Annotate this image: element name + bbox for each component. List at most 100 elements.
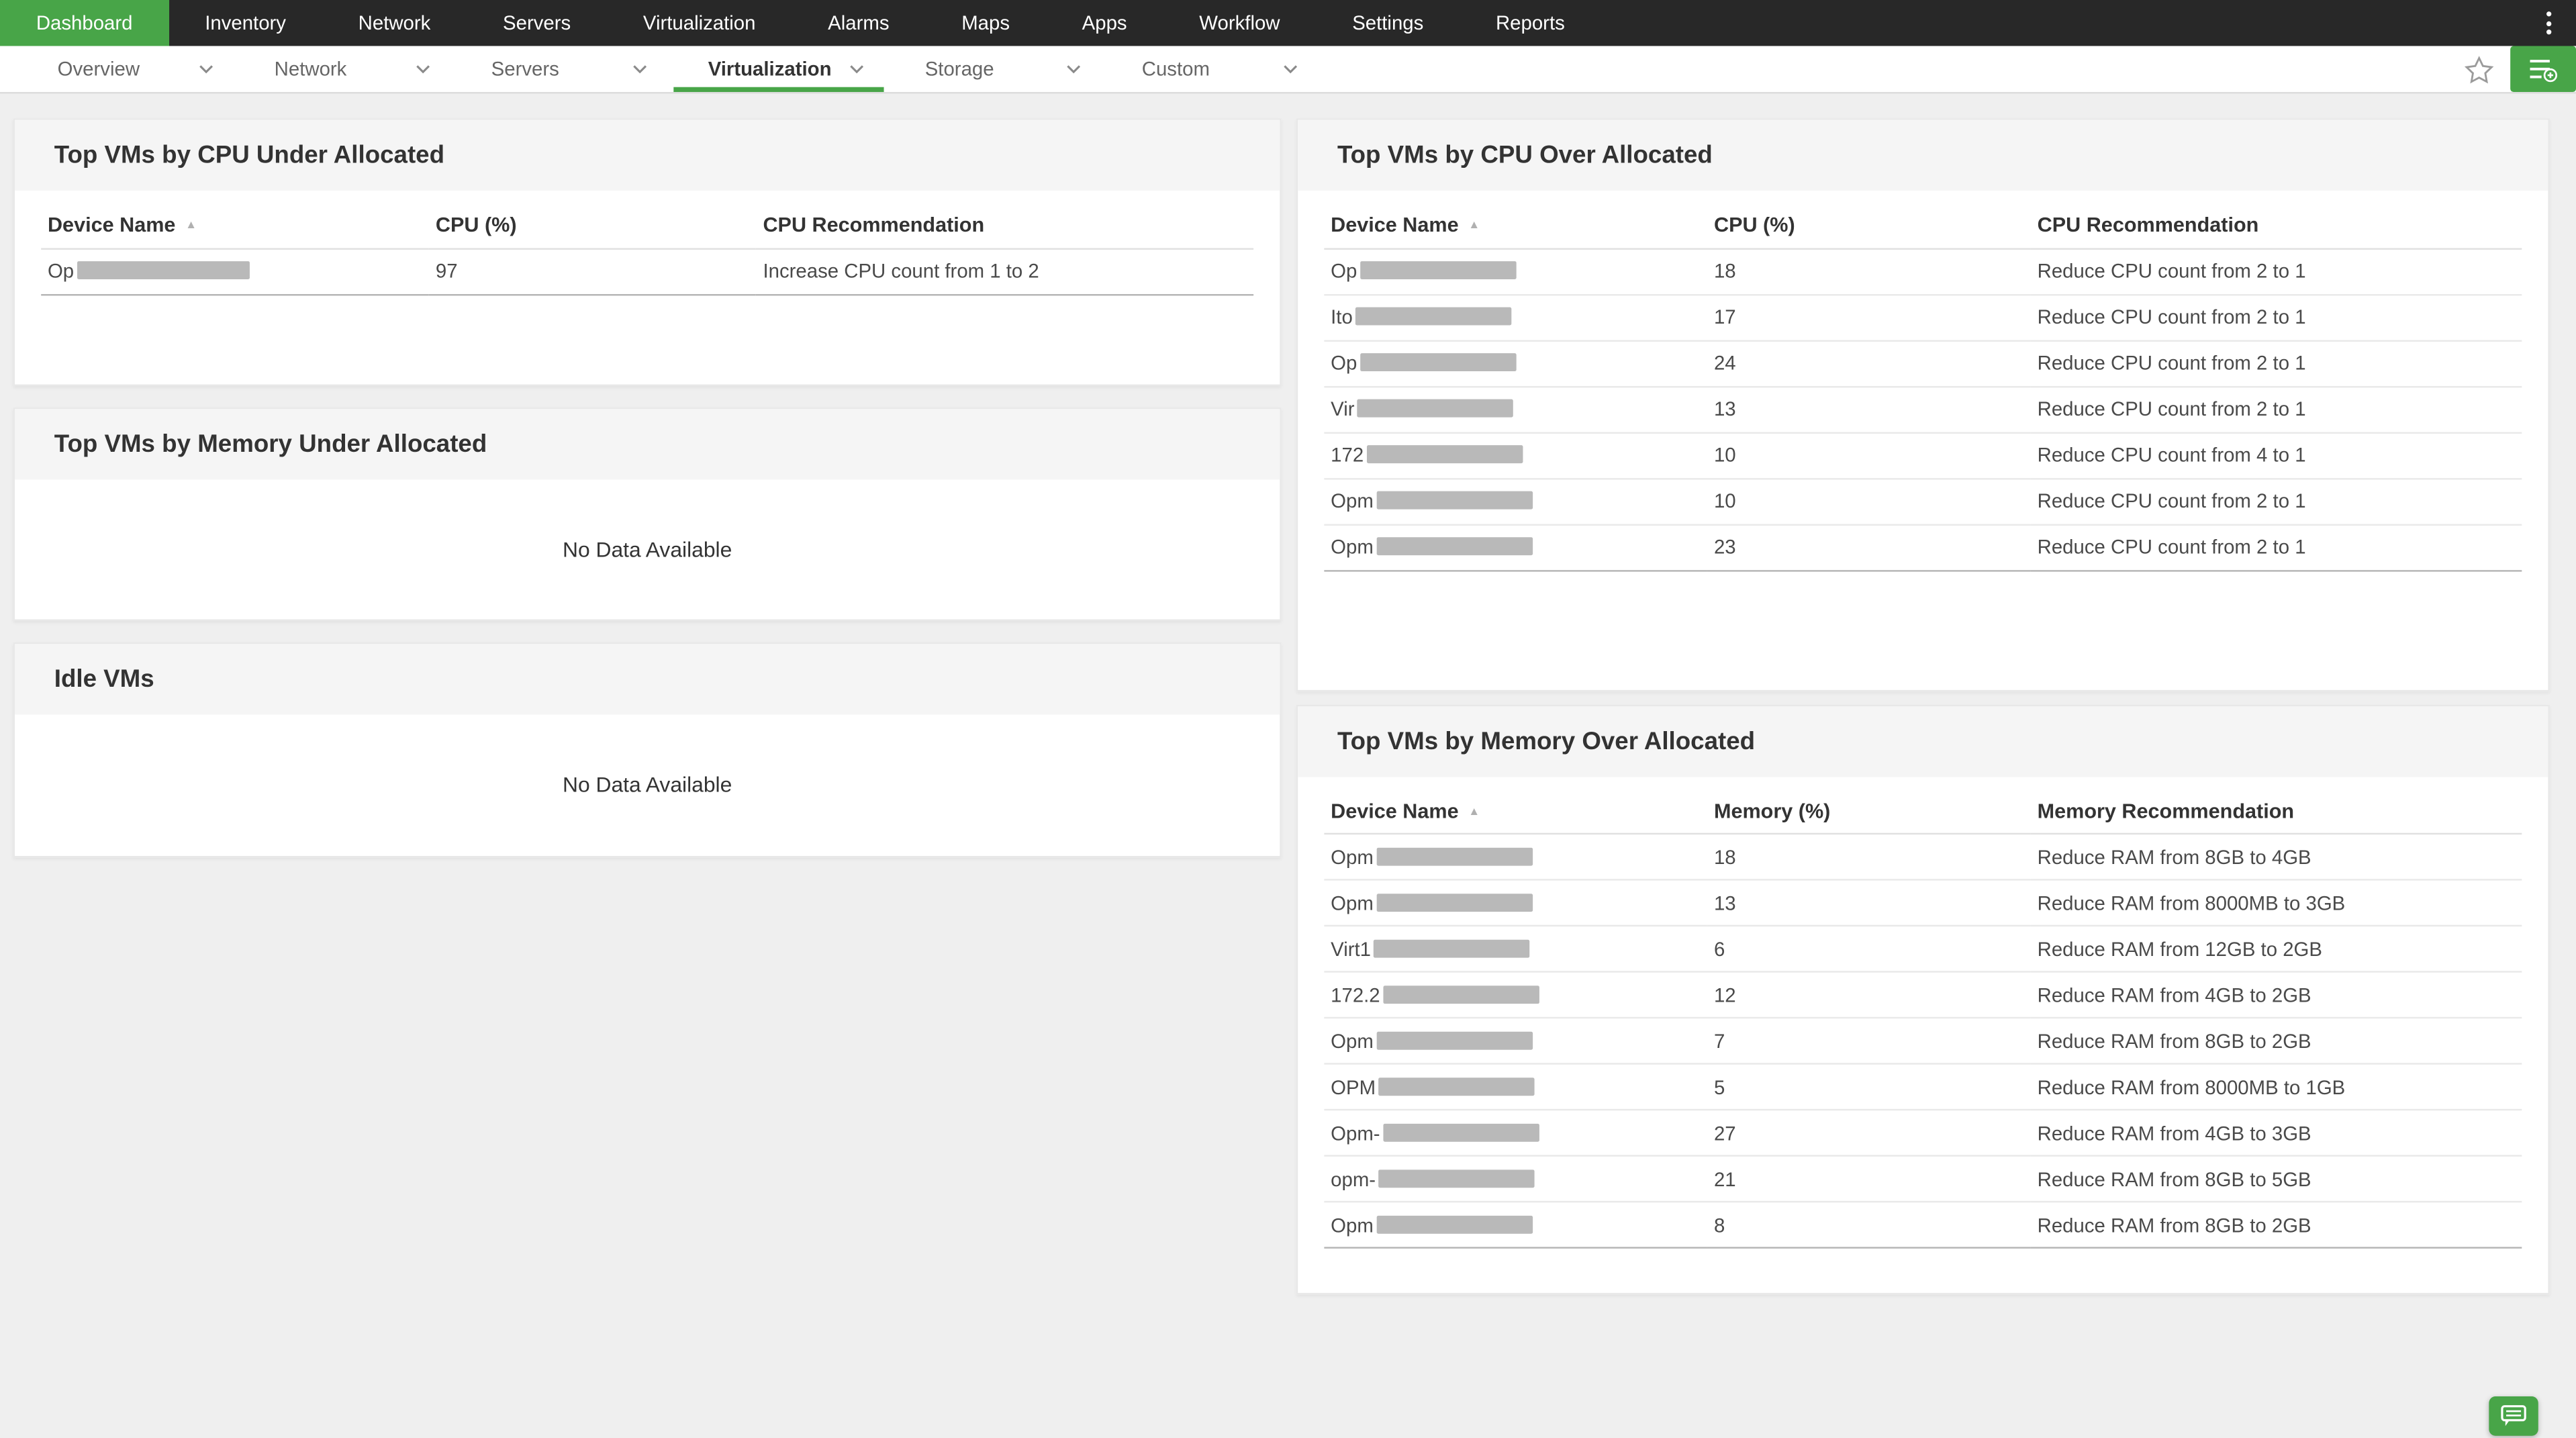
device-name-cell: Ito (1324, 294, 1708, 341)
table-row[interactable]: Opm 23 Reduce CPU count from 2 to 1 (1324, 524, 2522, 571)
no-data-text: No Data Available (562, 536, 732, 561)
table-row[interactable]: Opm 8 Reduce RAM from 8GB to 2GB (1324, 1202, 2522, 1249)
table-row[interactable]: Op 97 Increase CPU count from 1 to 2 (41, 248, 1254, 295)
recommendation-cell: Reduce RAM from 12GB to 2GB (2030, 925, 2522, 973)
device-name-cell: Opm (1324, 879, 1708, 927)
memory-value-cell: 21 (1707, 1155, 2031, 1203)
column-cpu-percent[interactable]: CPU (%) (1707, 203, 2031, 249)
table-row[interactable]: 172.2 12 Reduce RAM from 4GB to 2GB (1324, 971, 2522, 1019)
card-title: Idle VMs (54, 664, 154, 693)
cpu-value-cell: 17 (1707, 294, 2031, 341)
topnav-item[interactable]: Settings (1316, 0, 1460, 46)
column-cpu-recommendation[interactable]: CPU Recommendation (756, 203, 1254, 249)
dashboard-tab[interactable]: Network (236, 46, 453, 93)
topnav-item-label: Alarms (828, 11, 890, 35)
topnav-item[interactable]: Alarms (792, 0, 925, 46)
chevron-down-icon[interactable] (416, 64, 430, 74)
chat-support-button[interactable] (2489, 1396, 2538, 1436)
column-device-name[interactable]: Device Name ▲ (41, 203, 430, 249)
recommendation-cell: Reduce CPU count from 2 to 1 (2030, 524, 2522, 571)
device-name-cell: Op (41, 248, 430, 295)
topnav-item[interactable]: Network (322, 0, 467, 46)
card-title: Top VMs by CPU Under Allocated (54, 141, 445, 170)
topnav-item[interactable]: Virtualization (607, 0, 792, 46)
redacted-device-name (1360, 261, 1517, 280)
dashboard-tab[interactable]: Storage (887, 46, 1104, 93)
dashboard-tab[interactable]: Servers (453, 46, 670, 93)
topnav-item[interactable]: Dashboard (0, 0, 169, 46)
table-row[interactable]: Vir 13 Reduce CPU count from 2 to 1 (1324, 386, 2522, 433)
chevron-down-icon[interactable] (632, 64, 647, 74)
memory-value-cell: 18 (1707, 833, 2031, 881)
memory-over-table: Device Name ▲ Memory (%) Memory Recommend… (1324, 789, 2522, 1249)
table-row[interactable]: Opm- 27 Reduce RAM from 4GB to 3GB (1324, 1110, 2522, 1157)
table-row[interactable]: Virt1 6 Reduce RAM from 12GB to 2GB (1324, 925, 2522, 973)
card-body: No Data Available (15, 714, 1280, 855)
dashboard-tab[interactable]: Overview (19, 46, 236, 93)
redacted-device-name (77, 261, 250, 280)
tab-label: Custom (1141, 57, 1210, 81)
device-name-cell: 172 (1324, 432, 1708, 479)
add-widget-button[interactable] (2510, 46, 2576, 93)
topnav-item-label: Settings (1352, 11, 1424, 35)
table-row[interactable]: Opm 10 Reduce CPU count from 2 to 1 (1324, 478, 2522, 525)
favorite-button[interactable] (2448, 54, 2510, 83)
table-row[interactable]: Opm 13 Reduce RAM from 8000MB to 3GB (1324, 879, 2522, 927)
card-memory-over-allocated: Top VMs by Memory Over Allocated Device … (1296, 704, 2550, 1295)
topnav-item[interactable]: Workflow (1163, 0, 1316, 46)
table-row[interactable]: opm- 21 Reduce RAM from 8GB to 5GB (1324, 1155, 2522, 1203)
memory-value-cell: 8 (1707, 1202, 2031, 1249)
recommendation-cell: Reduce RAM from 4GB to 2GB (2030, 971, 2522, 1019)
dashboard-tab[interactable]: Custom (1104, 46, 1321, 93)
column-memory-recommendation[interactable]: Memory Recommendation (2030, 789, 2522, 835)
topnav-item-label: Reports (1495, 11, 1565, 35)
table-row[interactable]: OPM 5 Reduce RAM from 8000MB to 1GB (1324, 1063, 2522, 1111)
column-device-name[interactable]: Device Name ▲ (1324, 789, 1708, 835)
chat-icon (2501, 1405, 2526, 1427)
topnav-item[interactable]: Servers (467, 0, 607, 46)
topnav-item-label: Workflow (1199, 11, 1280, 35)
card-body: No Data Available (15, 479, 1280, 618)
topnav-item[interactable]: Inventory (169, 0, 322, 46)
redacted-device-name (1376, 1031, 1533, 1050)
topnav-item-label: Virtualization (642, 11, 756, 35)
cpu-value-cell: 97 (429, 248, 757, 295)
column-cpu-recommendation[interactable]: CPU Recommendation (2030, 203, 2522, 249)
table-row[interactable]: Opm 7 Reduce RAM from 8GB to 2GB (1324, 1017, 2522, 1065)
cpu-value-cell: 10 (1707, 478, 2031, 525)
table-row[interactable]: 172 10 Reduce CPU count from 4 to 1 (1324, 432, 2522, 479)
memory-value-cell: 6 (1707, 925, 2031, 973)
chevron-down-icon[interactable] (1283, 64, 1298, 74)
kebab-menu-icon[interactable] (2520, 0, 2576, 46)
topnav-item[interactable]: Reports (1460, 0, 1601, 46)
table-row[interactable]: Op 18 Reduce CPU count from 2 to 1 (1324, 248, 2522, 295)
chevron-down-icon[interactable] (1066, 64, 1081, 74)
table-header-row: Device Name ▲ Memory (%) Memory Recommend… (1324, 789, 2522, 835)
topnav-item[interactable]: Maps (925, 0, 1045, 46)
card-title: Top VMs by CPU Over Allocated (1337, 141, 1713, 170)
topnav-item[interactable]: Apps (1046, 0, 1163, 46)
recommendation-cell: Reduce RAM from 8GB to 4GB (2030, 833, 2522, 881)
recommendation-cell: Reduce RAM from 8000MB to 1GB (2030, 1063, 2522, 1111)
recommendation-cell: Reduce RAM from 8GB to 2GB (2030, 1202, 2522, 1249)
table-row[interactable]: Ito 17 Reduce CPU count from 2 to 1 (1324, 294, 2522, 341)
table-row[interactable]: Op 24 Reduce CPU count from 2 to 1 (1324, 340, 2522, 387)
card-body: Device Name ▲ CPU (%) CPU Recommendation … (15, 191, 1280, 384)
redacted-device-name (1383, 985, 1540, 1004)
sort-ascending-icon: ▲ (185, 220, 197, 232)
cpu-value-cell: 13 (1707, 386, 2031, 433)
dashboard-tab[interactable]: Virtualization (670, 46, 887, 93)
column-cpu-percent[interactable]: CPU (%) (429, 203, 757, 249)
tab-label: Network (274, 57, 347, 81)
chevron-down-icon[interactable] (849, 64, 864, 74)
column-memory-percent[interactable]: Memory (%) (1707, 789, 2031, 835)
card-cpu-over-allocated: Top VMs by CPU Over Allocated Device Nam… (1296, 118, 2550, 691)
table-row[interactable]: Opm 18 Reduce RAM from 8GB to 4GB (1324, 833, 2522, 881)
cpu-over-table: Device Name ▲ CPU (%) CPU Recommendation … (1324, 203, 2522, 571)
column-device-name[interactable]: Device Name ▲ (1324, 203, 1708, 249)
chevron-down-icon[interactable] (199, 64, 213, 74)
redacted-device-name (1376, 847, 1533, 866)
recommendation-cell: Reduce RAM from 8GB to 5GB (2030, 1155, 2522, 1203)
dashboard-tabbar: Overview Network Servers Virtualization … (0, 46, 2576, 94)
card-header: Top VMs by CPU Under Allocated (15, 119, 1280, 191)
